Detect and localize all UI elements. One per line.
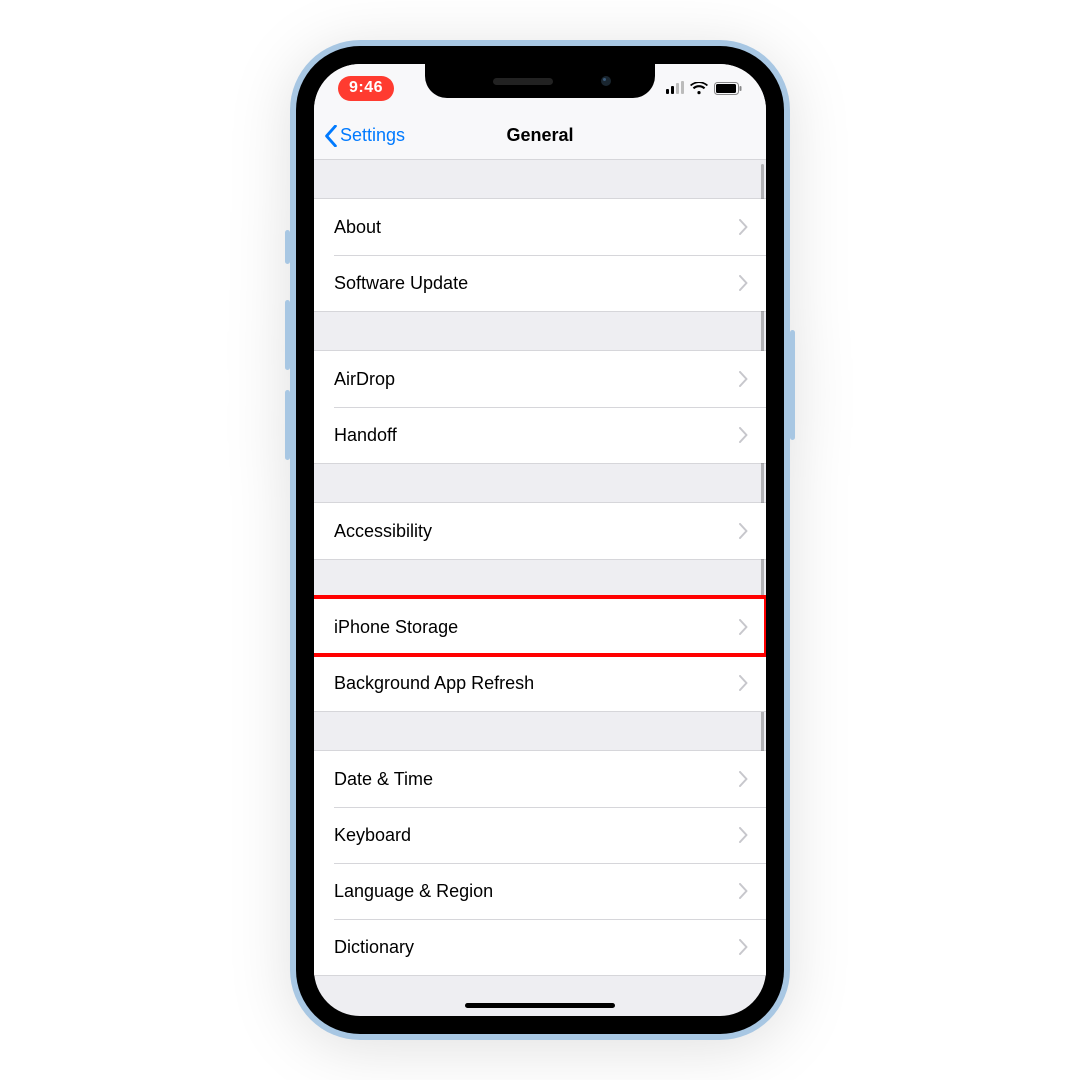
row-label: Date & Time xyxy=(334,769,433,790)
chevron-right-icon xyxy=(739,883,748,899)
notch xyxy=(425,64,655,98)
row-label: Keyboard xyxy=(334,825,411,846)
row-label: Language & Region xyxy=(334,881,493,902)
chevron-right-icon xyxy=(739,675,748,691)
settings-row-date-time[interactable]: Date & Time xyxy=(314,751,766,807)
back-button[interactable]: Settings xyxy=(324,112,405,159)
back-button-label: Settings xyxy=(340,125,405,146)
nav-header: Settings General xyxy=(314,112,766,160)
volume-up-button xyxy=(285,300,290,370)
chevron-right-icon xyxy=(739,771,748,787)
battery-icon xyxy=(714,82,742,95)
home-indicator[interactable] xyxy=(465,1003,615,1008)
settings-row-about[interactable]: About xyxy=(314,199,766,255)
row-label: Software Update xyxy=(334,273,468,294)
section-0: About Software Update xyxy=(314,198,766,312)
section-3: iPhone Storage Background App Refresh xyxy=(314,598,766,712)
chevron-right-icon xyxy=(739,523,748,539)
settings-row-dictionary[interactable]: Dictionary xyxy=(314,919,766,975)
chevron-right-icon xyxy=(739,827,748,843)
row-label: iPhone Storage xyxy=(334,617,458,638)
settings-row-airdrop[interactable]: AirDrop xyxy=(314,351,766,407)
chevron-right-icon xyxy=(739,427,748,443)
section-1: AirDrop Handoff xyxy=(314,350,766,464)
chevron-right-icon xyxy=(739,275,748,291)
row-label: Dictionary xyxy=(334,937,414,958)
settings-list: About Software Update AirDrop xyxy=(314,160,766,976)
settings-row-background-app-refresh[interactable]: Background App Refresh xyxy=(314,655,766,711)
chevron-right-icon xyxy=(739,219,748,235)
power-button xyxy=(790,330,795,440)
row-label: Background App Refresh xyxy=(334,673,534,694)
row-label: Handoff xyxy=(334,425,397,446)
page-title: General xyxy=(506,125,573,146)
chevron-left-icon xyxy=(324,125,338,147)
chevron-right-icon xyxy=(739,939,748,955)
wifi-icon xyxy=(690,82,708,95)
section-4: Date & Time Keyboard Language & Region xyxy=(314,750,766,976)
screen: 9:46 xyxy=(314,64,766,1016)
settings-row-software-update[interactable]: Software Update xyxy=(314,255,766,311)
cellular-signal-icon xyxy=(666,82,684,94)
row-label: About xyxy=(334,217,381,238)
settings-row-language-region[interactable]: Language & Region xyxy=(314,863,766,919)
row-label: AirDrop xyxy=(334,369,395,390)
front-camera xyxy=(601,76,611,86)
section-2: Accessibility xyxy=(314,502,766,560)
settings-row-keyboard[interactable]: Keyboard xyxy=(314,807,766,863)
mute-switch xyxy=(285,230,290,264)
chevron-right-icon xyxy=(739,371,748,387)
settings-row-accessibility[interactable]: Accessibility xyxy=(314,503,766,559)
phone-device-frame: 9:46 xyxy=(290,40,790,1040)
volume-down-button xyxy=(285,390,290,460)
chevron-right-icon xyxy=(739,619,748,635)
settings-row-handoff[interactable]: Handoff xyxy=(314,407,766,463)
settings-row-iphone-storage[interactable]: iPhone Storage xyxy=(314,599,766,655)
speaker-grille xyxy=(493,78,553,85)
status-time-recording-indicator[interactable]: 9:46 xyxy=(338,76,394,101)
row-label: Accessibility xyxy=(334,521,432,542)
